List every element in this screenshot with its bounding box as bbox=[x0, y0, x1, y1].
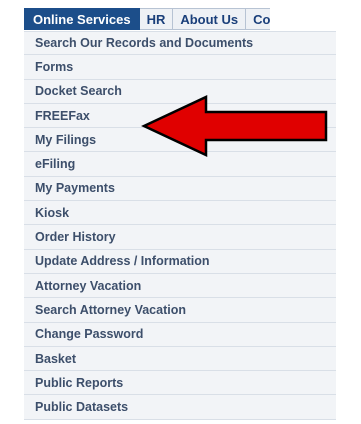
menu-item-basket[interactable]: Basket bbox=[24, 347, 336, 372]
tab-contact-truncated[interactable]: Co bbox=[246, 8, 271, 30]
menu-item-forms[interactable]: Forms bbox=[24, 55, 336, 80]
top-navigation-tabs: Online Services HR About Us Co bbox=[24, 8, 271, 30]
menu-item-my-payments[interactable]: My Payments bbox=[24, 177, 336, 202]
menu-item-update-address[interactable]: Update Address / Information bbox=[24, 250, 336, 274]
menu-item-order-history[interactable]: Order History bbox=[24, 225, 336, 250]
online-services-dropdown-menu: Search Our Records and Documents Forms D… bbox=[24, 31, 336, 420]
tab-hr[interactable]: HR bbox=[139, 8, 174, 30]
menu-item-attorney-vacation[interactable]: Attorney Vacation bbox=[24, 274, 336, 299]
menu-item-search-attorney-vacation[interactable]: Search Attorney Vacation bbox=[24, 298, 336, 323]
tab-online-services[interactable]: Online Services bbox=[24, 8, 140, 30]
menu-item-search-records[interactable]: Search Our Records and Documents bbox=[24, 31, 336, 56]
menu-item-change-password[interactable]: Change Password bbox=[24, 323, 336, 347]
tab-about-us[interactable]: About Us bbox=[173, 8, 247, 30]
menu-item-public-reports[interactable]: Public Reports bbox=[24, 371, 336, 396]
menu-item-kiosk[interactable]: Kiosk bbox=[24, 201, 336, 226]
menu-item-public-datasets[interactable]: Public Datasets bbox=[24, 395, 336, 420]
left-arrow-icon bbox=[141, 95, 328, 157]
